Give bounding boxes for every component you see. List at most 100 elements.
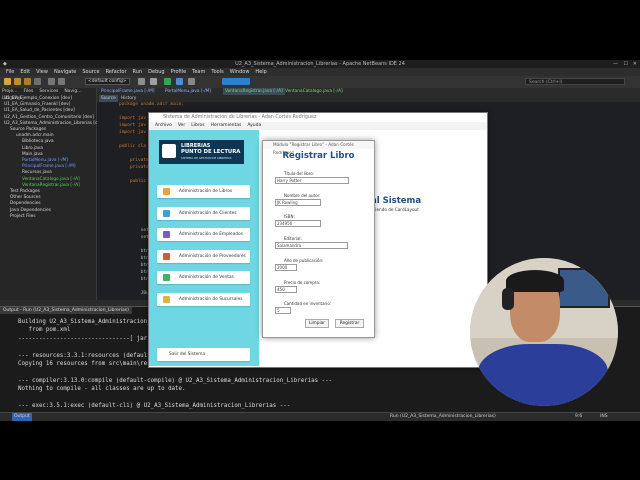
- config-select[interactable]: <default config>: [85, 78, 130, 85]
- profile-icon[interactable]: [188, 78, 195, 85]
- nav-button[interactable]: Administración de Clientes: [157, 206, 250, 220]
- tree-item[interactable]: Project Files: [10, 214, 36, 219]
- build-icon[interactable]: [138, 78, 145, 85]
- menu-source[interactable]: Source: [82, 68, 99, 76]
- tree-item[interactable]: U1_EA_Ejemplo_Conexion [dev]: [4, 96, 72, 101]
- tree-item[interactable]: U2_A3_Sistema_Administracion_Librerias […: [4, 121, 105, 126]
- menu-refactor[interactable]: Refactor: [106, 68, 127, 76]
- menu-debug[interactable]: Debug: [148, 68, 164, 76]
- source-tab[interactable]: Source: [99, 95, 118, 102]
- app-menu-item[interactable]: Libros: [191, 122, 204, 130]
- project-tab[interactable]: Proje...: [2, 88, 17, 95]
- nav-icon: [163, 274, 170, 281]
- debug-icon[interactable]: [176, 78, 183, 85]
- tree-item[interactable]: unadm.adcr.main: [16, 133, 54, 138]
- nav-button[interactable]: Administración de Proveedores: [157, 249, 250, 263]
- status-output-button[interactable]: Output: [12, 413, 32, 421]
- editor-tab[interactable]: VentanaRegistrar.java [-/A]: [223, 88, 285, 95]
- output-tab[interactable]: Output - Run (U2_A3_Sistema_Administraci…: [0, 307, 132, 314]
- nav-button[interactable]: Administración de Libros: [157, 185, 250, 198]
- menu-window[interactable]: Window: [230, 68, 250, 76]
- field-label: Título del libro:: [284, 171, 314, 176]
- output-line: Building U2_A3_Sistema_Administracion_Li: [18, 319, 158, 325]
- output-line: --- resources:3.3.1:resources (default-r: [18, 352, 158, 359]
- headphone-left-icon: [502, 288, 514, 310]
- menu-edit[interactable]: Edit: [20, 68, 30, 76]
- project-tab[interactable]: Navig...: [64, 88, 81, 95]
- register-book-dialog: Módulo "Registrar Libro" - Adan Cortés R…: [262, 140, 375, 338]
- output-line: Copying 16 resources from src\main\resou: [18, 361, 158, 367]
- app-menu-item[interactable]: Herramientas: [211, 122, 242, 130]
- menu-navigate[interactable]: Navigate: [54, 68, 76, 76]
- menu-view[interactable]: View: [36, 68, 48, 76]
- field-input[interactable]: 450: [275, 285, 297, 293]
- editor-tab[interactable]: PortalMenu.java [-/M]: [163, 88, 213, 95]
- tree-item[interactable]: PrincipalFrame.java [-/M]: [22, 164, 76, 169]
- new-file-icon[interactable]: [4, 78, 11, 85]
- nav-button[interactable]: Administración de Ventas: [157, 271, 250, 284]
- tree-item[interactable]: VentanaRegistrar.java [-/A]: [22, 183, 80, 188]
- clear-button[interactable]: Limpiar: [305, 319, 329, 328]
- nav-button[interactable]: Administración de Sucursales: [157, 292, 250, 306]
- project-tab[interactable]: Files: [23, 88, 33, 95]
- search-input[interactable]: Search (Ctrl+I): [525, 78, 625, 85]
- field-input[interactable]: 5: [275, 307, 291, 315]
- clean-build-icon[interactable]: [150, 78, 157, 85]
- code-line: private: [119, 158, 149, 163]
- minimize-icon[interactable]: —: [613, 61, 618, 67]
- field-input[interactable]: Harry Potter: [275, 177, 349, 184]
- field-input[interactable]: 234950: [275, 220, 321, 228]
- tree-item[interactable]: Libro.java: [22, 146, 43, 151]
- tree-item[interactable]: Recursos.java: [22, 170, 52, 175]
- code-line: set: [119, 228, 149, 233]
- code-line: public cla: [119, 144, 147, 149]
- app-menu-item[interactable]: Archivo: [155, 122, 172, 130]
- new-project-icon[interactable]: [14, 78, 21, 85]
- history-tab[interactable]: History: [119, 95, 138, 102]
- undo-icon[interactable]: [48, 78, 55, 85]
- tree-item[interactable]: Source Packages: [10, 127, 46, 132]
- app-menu-item[interactable]: Ver: [178, 122, 185, 130]
- tree-item[interactable]: Java Dependencies: [10, 208, 51, 213]
- field-input[interactable]: JK Rowling: [275, 198, 321, 206]
- tree-item[interactable]: Main.java: [22, 152, 43, 157]
- redo-icon[interactable]: [58, 78, 65, 85]
- field-label: Nombre del autor:: [284, 192, 321, 198]
- tree-item[interactable]: Test Packages: [10, 189, 40, 194]
- tree-item[interactable]: PortalMenu.java [-/M]: [22, 158, 68, 163]
- project-tab[interactable]: Services: [39, 88, 58, 95]
- maximize-icon[interactable]: ☐: [624, 61, 628, 67]
- code-line: btn: [119, 263, 149, 268]
- save-all-icon[interactable]: [34, 78, 41, 85]
- menu-team[interactable]: Team: [192, 68, 205, 76]
- tree-item[interactable]: U1_EA_Salud_de_Pacientes [dev]: [4, 108, 75, 113]
- editor-tabs: PrincipalFrame.java [-/M] PortalMenu.java…: [97, 88, 640, 95]
- memory-indicator[interactable]: [222, 78, 250, 85]
- menu-help[interactable]: Help: [255, 68, 266, 76]
- tree-item[interactable]: U2_A1_Gestion_Centro_Comunitario [dev]: [4, 115, 94, 120]
- tree-item[interactable]: VentanaCatalogo.java [-/A]: [22, 177, 80, 182]
- app-menu-item[interactable]: Ayuda: [247, 122, 261, 130]
- field-input[interactable]: Salamandra: [275, 242, 348, 250]
- status-mode: INS: [600, 414, 608, 419]
- menu-tools[interactable]: Tools: [211, 68, 223, 76]
- open-project-icon[interactable]: [24, 78, 31, 85]
- editor-tab[interactable]: PrincipalFrame.java [-/M]: [99, 88, 157, 95]
- tree-item[interactable]: Biblioteca.java: [22, 139, 54, 144]
- nav-button[interactable]: Administración de Empleados: [157, 228, 250, 241]
- exit-button[interactable]: Salir del Sistema: [157, 348, 250, 361]
- menu-profile[interactable]: Profile: [171, 68, 187, 76]
- nav-icon: [163, 252, 170, 260]
- menu-run[interactable]: Run: [133, 68, 143, 76]
- tree-item[interactable]: U1_EA_Gimnasio_Fraenkl [dev]: [4, 102, 70, 107]
- code-line: import jav: [119, 123, 147, 128]
- register-button[interactable]: Registrar: [335, 319, 364, 328]
- menu-file[interactable]: File: [6, 68, 14, 76]
- tree-item[interactable]: Other Sources: [10, 195, 41, 200]
- nav-label: Administración de Ventas: [179, 275, 234, 280]
- close-icon[interactable]: ✕: [633, 61, 637, 67]
- run-icon[interactable]: [164, 78, 171, 85]
- tree-item[interactable]: Dependencies: [10, 201, 41, 206]
- field-input[interactable]: 2000: [275, 263, 297, 271]
- editor-tab[interactable]: VentanaCatalogo.java [-/A]: [283, 88, 345, 95]
